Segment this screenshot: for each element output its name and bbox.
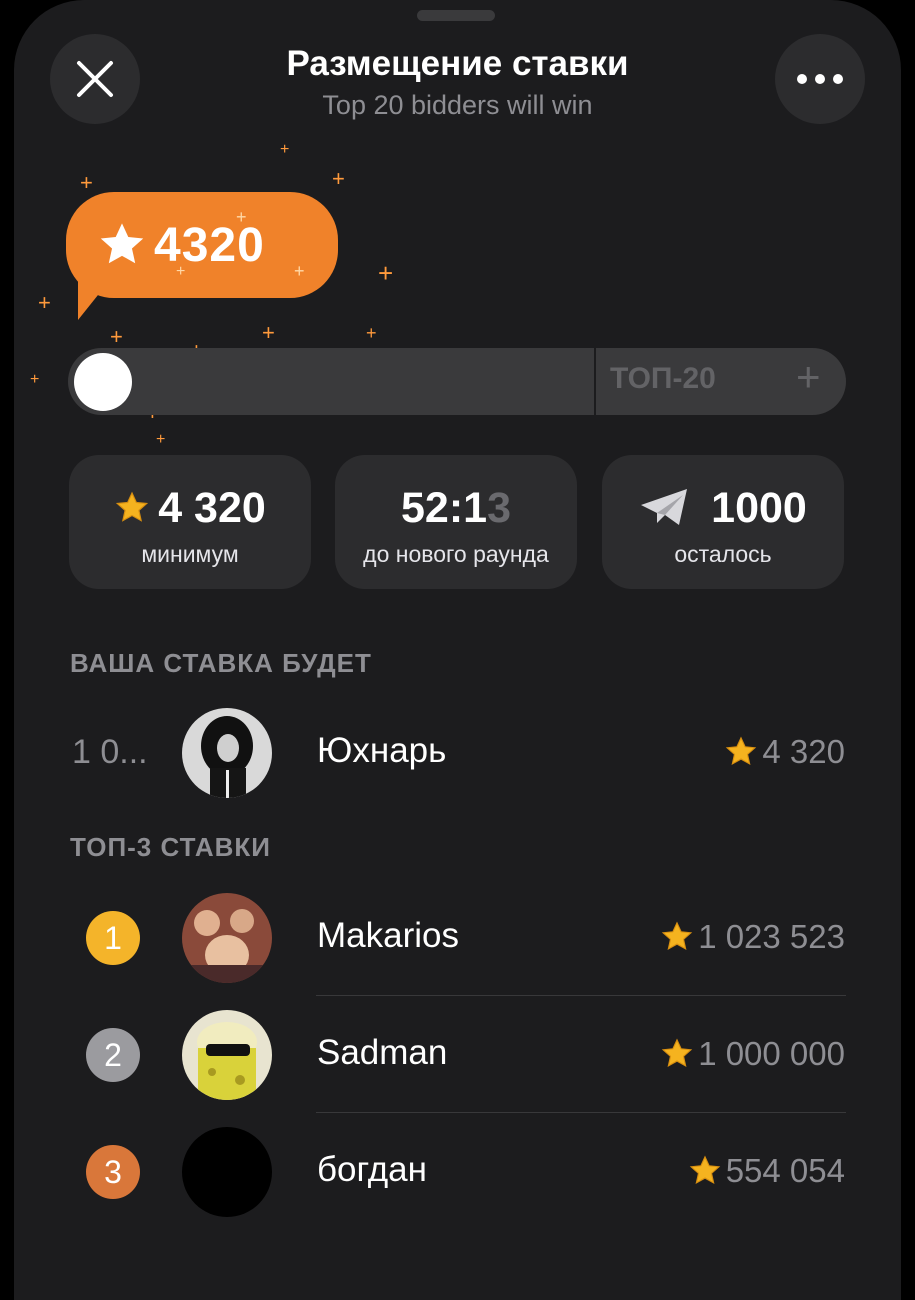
timer-value-fade: 3 [487,483,511,532]
top3-section-title: ТОП-3 СТАВКИ [70,832,271,862]
your-amount-value: 4 320 [762,733,845,770]
timer-label: до нового раунда [363,541,549,567]
divider [316,995,846,996]
remaining-label: осталось [674,541,772,567]
your-name: Юхнарь [317,731,447,770]
sparkle-icon: + [262,320,275,345]
sparkle-icon: + [294,261,305,281]
sparkle-icon: + [366,323,377,343]
top20-label: ТОП-20 [610,362,716,395]
minimum-value: 4 320 [158,483,266,532]
avatar [182,893,272,983]
more-icon [797,74,843,84]
bubble-tail [78,280,110,320]
avatar-image [182,708,272,798]
sparkle-icon: + [280,141,290,158]
sparkle-icon: + [176,263,186,280]
top20-divider [594,348,596,415]
star-icon [689,1155,720,1185]
telegram-gift-icon [641,489,688,525]
stat-round-timer: 52:1 3 до нового раунда [335,455,577,589]
avatar [182,708,272,798]
star-icon [661,921,693,951]
silver-medal-icon: 2 [86,1028,140,1082]
avatar [182,1127,272,1217]
page-subtitle: Top 20 bidders will win [322,90,593,120]
star-icon [116,491,149,522]
sheet-grabber[interactable] [417,10,495,21]
bid-amount-value: 4320 [154,218,265,272]
star-icon [100,223,144,264]
avatar-image [182,893,272,983]
timer-value: 52:1 [401,483,488,532]
top3-row-1[interactable]: 1 Makarios 1 023 523 [14,888,901,988]
bronze-medal-icon: 3 [86,1145,140,1199]
bidder-amount: 1 023 523 [660,918,845,956]
your-bid-row: 1 0... Юхнарь 4 320 [14,703,901,803]
stat-minimum: 4 320 минимум [69,455,311,589]
sparkle-icon: + [236,207,247,227]
your-rank: 1 0... [72,733,148,771]
sparkle-icon: + [38,290,51,315]
bidder-amount: 554 054 [688,1152,845,1190]
slider-thumb[interactable] [74,353,132,411]
gold-medal-icon: 1 [86,911,140,965]
sparkle-icon: + [332,166,345,191]
remaining-value: 1000 [711,483,807,532]
page-title: Размещение ставки [286,44,629,83]
bidder-name: Sadman [317,1033,448,1072]
minimum-label: минимум [141,541,239,567]
top3-row-2[interactable]: 2 Sadman 1 000 000 [14,1005,901,1105]
bidder-name: богдан [317,1150,427,1189]
your-bid-section-title: ВАША СТАВКА БУДЕТ [70,648,372,678]
sparkle-icon: + [156,431,166,448]
sparkle-icon: + [110,324,123,349]
bid-slider[interactable] [68,348,846,415]
star-icon [661,1038,693,1068]
sparkle-icon: + [80,170,93,195]
top3-row-3[interactable]: 3 богдан 554 054 [14,1122,901,1222]
divider [316,1112,846,1113]
plus-button[interactable]: + [796,356,821,398]
sparkle-icon: + [30,371,40,388]
sparkle-icon: + [378,258,394,288]
bidder-amount: 1 000 000 [660,1035,845,1073]
more-button[interactable] [775,34,865,124]
star-icon [726,736,757,766]
bidder-name: Makarios [317,916,459,955]
avatar [182,1010,272,1100]
bid-sheet: Размещение ставки Top 20 bidders will wi… [14,0,901,1300]
stat-remaining: 1000 осталось [602,455,844,589]
your-amount: 4 320 [724,733,845,771]
avatar-image [182,1010,272,1100]
